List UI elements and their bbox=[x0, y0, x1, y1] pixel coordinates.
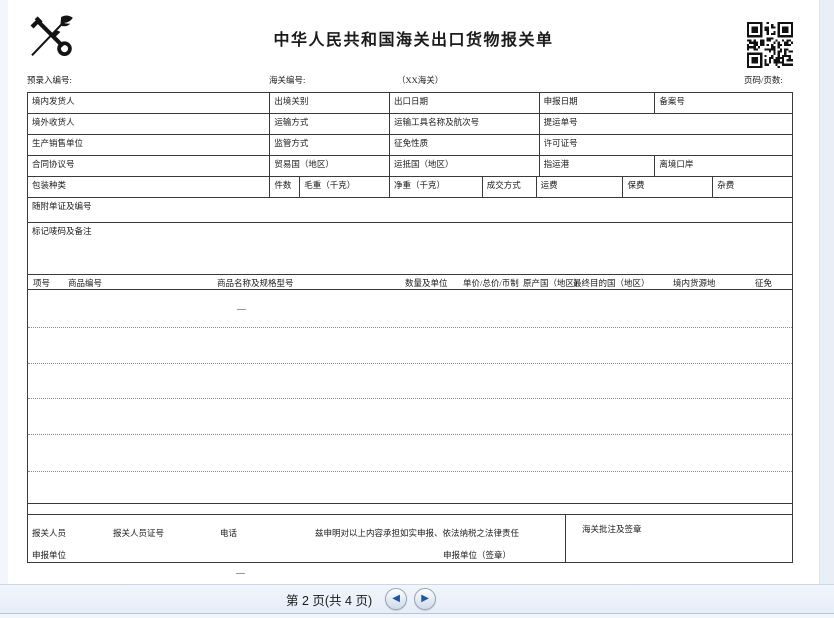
item-row bbox=[28, 364, 792, 399]
field-transaction-terms: 成交方式 bbox=[482, 177, 536, 197]
field-net-weight: 净重（千克） bbox=[389, 177, 482, 197]
col-levy-exemption: 征免 bbox=[755, 277, 772, 289]
customs-office-name: （XX海关） bbox=[397, 74, 443, 86]
field-transport-mode: 运输方式 bbox=[269, 114, 389, 134]
qr-code bbox=[747, 22, 793, 68]
customs-endorsement-label: 海关批注及签章 bbox=[582, 524, 642, 534]
item-row bbox=[28, 472, 792, 503]
item-row bbox=[28, 399, 792, 436]
phone-label: 电话 bbox=[220, 527, 237, 539]
field-overseas-consignee: 境外收货人 bbox=[28, 114, 269, 134]
field-record-number: 备案号 bbox=[654, 93, 792, 113]
col-commodity-code: 商品编号 bbox=[68, 277, 102, 289]
field-insurance: 保费 bbox=[622, 177, 712, 197]
form-row-3: 生产销售单位 监管方式 征免性质 许可证号 bbox=[28, 135, 792, 156]
declarant-label: 报关人员 bbox=[32, 527, 66, 539]
field-bill-of-lading: 提运单号 bbox=[539, 114, 792, 134]
form-row-2: 境外收货人 运输方式 运输工具名称及航次号 提运单号 bbox=[28, 114, 792, 135]
field-gross-weight: 毛重（千克） bbox=[299, 177, 389, 197]
footer-declarant-cell: 报关人员 报关人员证号 电话 兹申明对以上内容承担如实申报、依法纳税之法律责任 … bbox=[28, 515, 565, 562]
field-license-number: 许可证号 bbox=[539, 135, 792, 155]
page-title: 中华人民共和国海关出口货物报关单 bbox=[8, 26, 819, 50]
field-exit-customs: 出境关别 bbox=[269, 93, 389, 113]
item-row bbox=[28, 290, 792, 328]
viewer-window: { "form": { "title": "中华人民共和国海关出口货物报关单",… bbox=[0, 0, 834, 618]
col-domestic-source: 境内货源地 bbox=[673, 277, 716, 289]
field-domestic-consignor: 境内发货人 bbox=[28, 93, 269, 113]
form-footer: 报关人员 报关人员证号 电话 兹申明对以上内容承担如实申报、依法纳税之法律责任 … bbox=[28, 515, 792, 562]
arrow-right-icon: ▶ bbox=[421, 594, 429, 604]
form-row-marks-remarks: 标记唛码及备注 bbox=[28, 223, 792, 275]
form-row-5: 包装种类 件数 毛重（千克） 净重（千克） 成交方式 运费 保费 杂费 bbox=[28, 177, 792, 198]
field-exit-port: 离境口岸 bbox=[654, 156, 792, 176]
totals-spacer-row bbox=[28, 504, 792, 515]
declaration-form-table: 境内发货人 出境关别 出口日期 申报日期 备案号 境外收货人 运输方式 运输工具… bbox=[27, 92, 793, 563]
field-vessel-voyage: 运输工具名称及航次号 bbox=[389, 114, 539, 134]
col-item-number: 项号 bbox=[33, 277, 50, 289]
item-placeholder-dash: — bbox=[237, 304, 246, 314]
declaring-unit-label: 申报单位 bbox=[32, 549, 66, 561]
page-indicator: 第 2 页(共 4 页) bbox=[286, 590, 372, 609]
field-declare-date: 申报日期 bbox=[539, 93, 655, 113]
item-table-header: 项号 商品编号 商品名称及规格型号 数量及单位 单价/总价/币制 原产国（地区）… bbox=[28, 275, 792, 290]
field-supervision-mode: 监管方式 bbox=[269, 135, 389, 155]
declaration-statement: 兹申明对以上内容承担如实申报、依法纳税之法律责任 bbox=[315, 527, 519, 539]
col-commodity-name-spec: 商品名称及规格型号 bbox=[217, 277, 294, 289]
document-page: 中华人民共和国海关出口货物报关单 预录入编号: 海关编号: （XX海关） 页码/… bbox=[8, 0, 820, 584]
field-trading-country: 贸易国（地区） bbox=[269, 156, 389, 176]
customs-number-label: 海关编号: bbox=[269, 74, 305, 86]
page-count-label: 页码/页数: bbox=[744, 74, 783, 86]
col-quantity-unit: 数量及单位 bbox=[405, 277, 448, 289]
form-row-1: 境内发货人 出境关别 出口日期 申报日期 备案号 bbox=[28, 93, 792, 114]
declarant-id-label: 报关人员证号 bbox=[113, 527, 164, 539]
pagination-controls: 第 2 页(共 4 页) ◀ ▶ bbox=[286, 585, 436, 613]
next-page-button[interactable]: ▶ bbox=[414, 588, 436, 610]
item-row bbox=[28, 435, 792, 472]
field-production-sales-unit: 生产销售单位 bbox=[28, 135, 269, 155]
page-break-mark: — bbox=[236, 568, 245, 578]
field-marks-remarks: 标记唛码及备注 bbox=[28, 223, 792, 274]
field-piece-count: 件数 bbox=[269, 177, 299, 197]
declaring-unit-seal-label: 申报单位（签章） bbox=[443, 549, 511, 561]
form-row-4: 合同协议号 贸易国（地区） 运抵国（地区） 指运港 离境口岸 bbox=[28, 156, 792, 177]
pre-entry-number-label: 预录入编号: bbox=[27, 74, 72, 86]
viewer-bottom-edge bbox=[0, 613, 834, 618]
arrow-left-icon: ◀ bbox=[392, 594, 400, 604]
field-attached-documents: 随附单证及编号 bbox=[28, 198, 792, 222]
field-misc-fees: 杂费 bbox=[712, 177, 792, 197]
field-destination-country: 运抵国（地区） bbox=[389, 156, 539, 176]
form-row-attached-documents: 随附单证及编号 bbox=[28, 198, 792, 223]
item-row bbox=[28, 328, 792, 364]
viewer-left-margin bbox=[0, 0, 8, 584]
previous-page-button[interactable]: ◀ bbox=[385, 588, 407, 610]
field-port-of-discharge: 指运港 bbox=[539, 156, 655, 176]
field-levy-exempt-nature: 征免性质 bbox=[389, 135, 539, 155]
field-freight: 运费 bbox=[536, 177, 623, 197]
field-contract-number: 合同协议号 bbox=[28, 156, 269, 176]
customs-endorsement-cell: 海关批注及签章 bbox=[565, 515, 792, 562]
col-final-destination: 最终目的国（地区） bbox=[573, 277, 650, 289]
field-export-date: 出口日期 bbox=[389, 93, 539, 113]
viewer-status-bar: 第 2 页(共 4 页) ◀ ▶ bbox=[0, 584, 834, 613]
col-price-currency: 单价/总价/币制 bbox=[463, 277, 519, 289]
item-rows-area: — bbox=[28, 290, 792, 504]
field-package-type: 包装种类 bbox=[28, 177, 269, 197]
